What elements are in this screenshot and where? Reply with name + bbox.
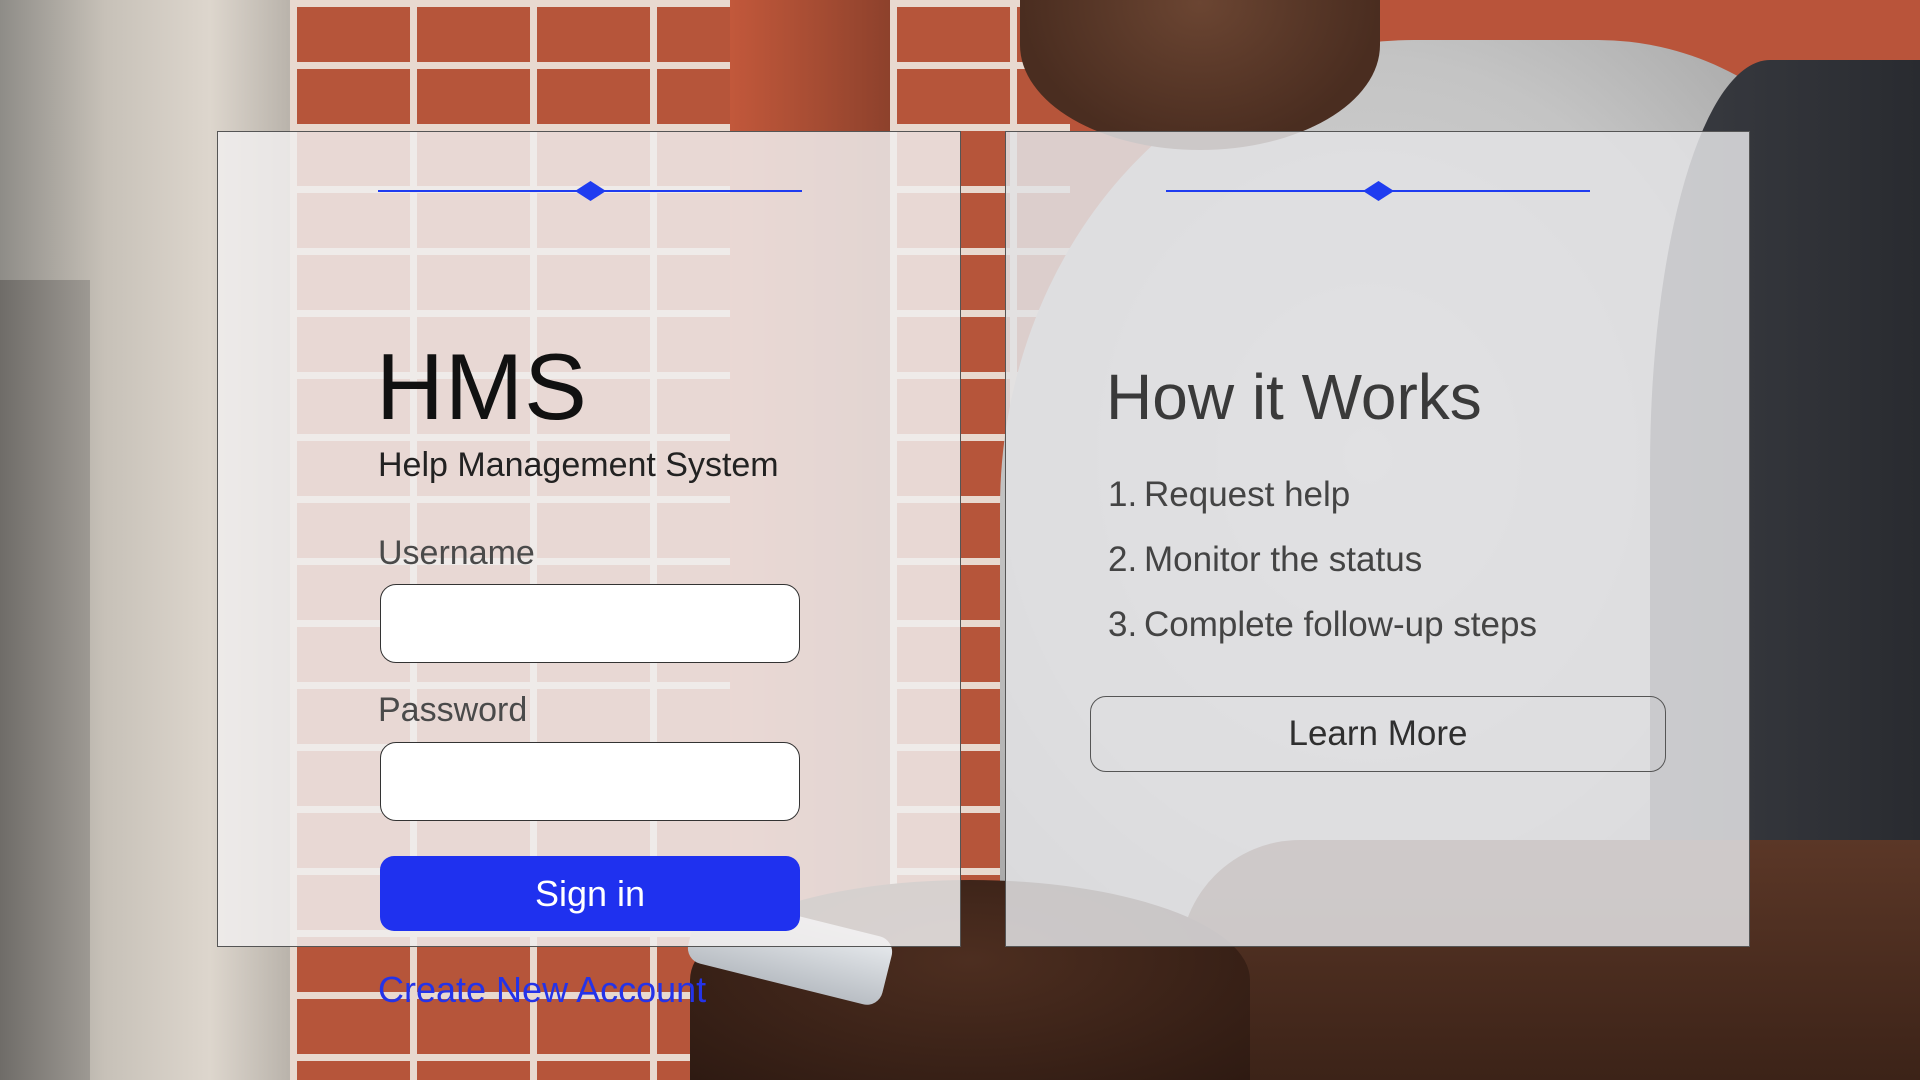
steps-list: 1. Request help 2. Monitor the status 3. Co… bbox=[1108, 472, 1537, 667]
step-number: 1. bbox=[1108, 475, 1138, 514]
app-title: HMS bbox=[376, 334, 588, 439]
how-it-works-title: How it Works bbox=[1106, 361, 1482, 433]
diamond-icon bbox=[1363, 181, 1394, 201]
step-text: Complete follow-up steps bbox=[1144, 605, 1537, 644]
step-number: 3. bbox=[1108, 605, 1138, 644]
diamond-icon bbox=[575, 181, 606, 201]
step-text: Monitor the status bbox=[1144, 540, 1423, 579]
password-label: Password bbox=[378, 691, 528, 729]
list-item: 2. Monitor the status bbox=[1108, 537, 1537, 602]
password-input[interactable] bbox=[380, 742, 800, 821]
list-item: 3. Complete follow-up steps bbox=[1108, 602, 1537, 667]
app-subtitle: Help Management System bbox=[378, 446, 779, 484]
step-text: Request help bbox=[1144, 475, 1351, 514]
create-account-link[interactable]: Create New Account bbox=[378, 969, 706, 1011]
how-it-works-panel: How it Works 1. Request help 2. Monitor th… bbox=[1005, 131, 1750, 947]
list-item: 1. Request help bbox=[1108, 472, 1537, 537]
username-input[interactable] bbox=[380, 584, 800, 663]
step-number: 2. bbox=[1108, 540, 1138, 579]
background-window-frame bbox=[0, 280, 90, 1080]
decorative-divider bbox=[1166, 177, 1590, 205]
username-label: Username bbox=[378, 534, 535, 572]
login-panel: HMS Help Management System Username Pass… bbox=[217, 131, 961, 1010]
decorative-divider bbox=[378, 177, 802, 205]
signin-button[interactable]: Sign in bbox=[380, 856, 800, 931]
learn-more-button[interactable]: Learn More bbox=[1090, 696, 1666, 772]
